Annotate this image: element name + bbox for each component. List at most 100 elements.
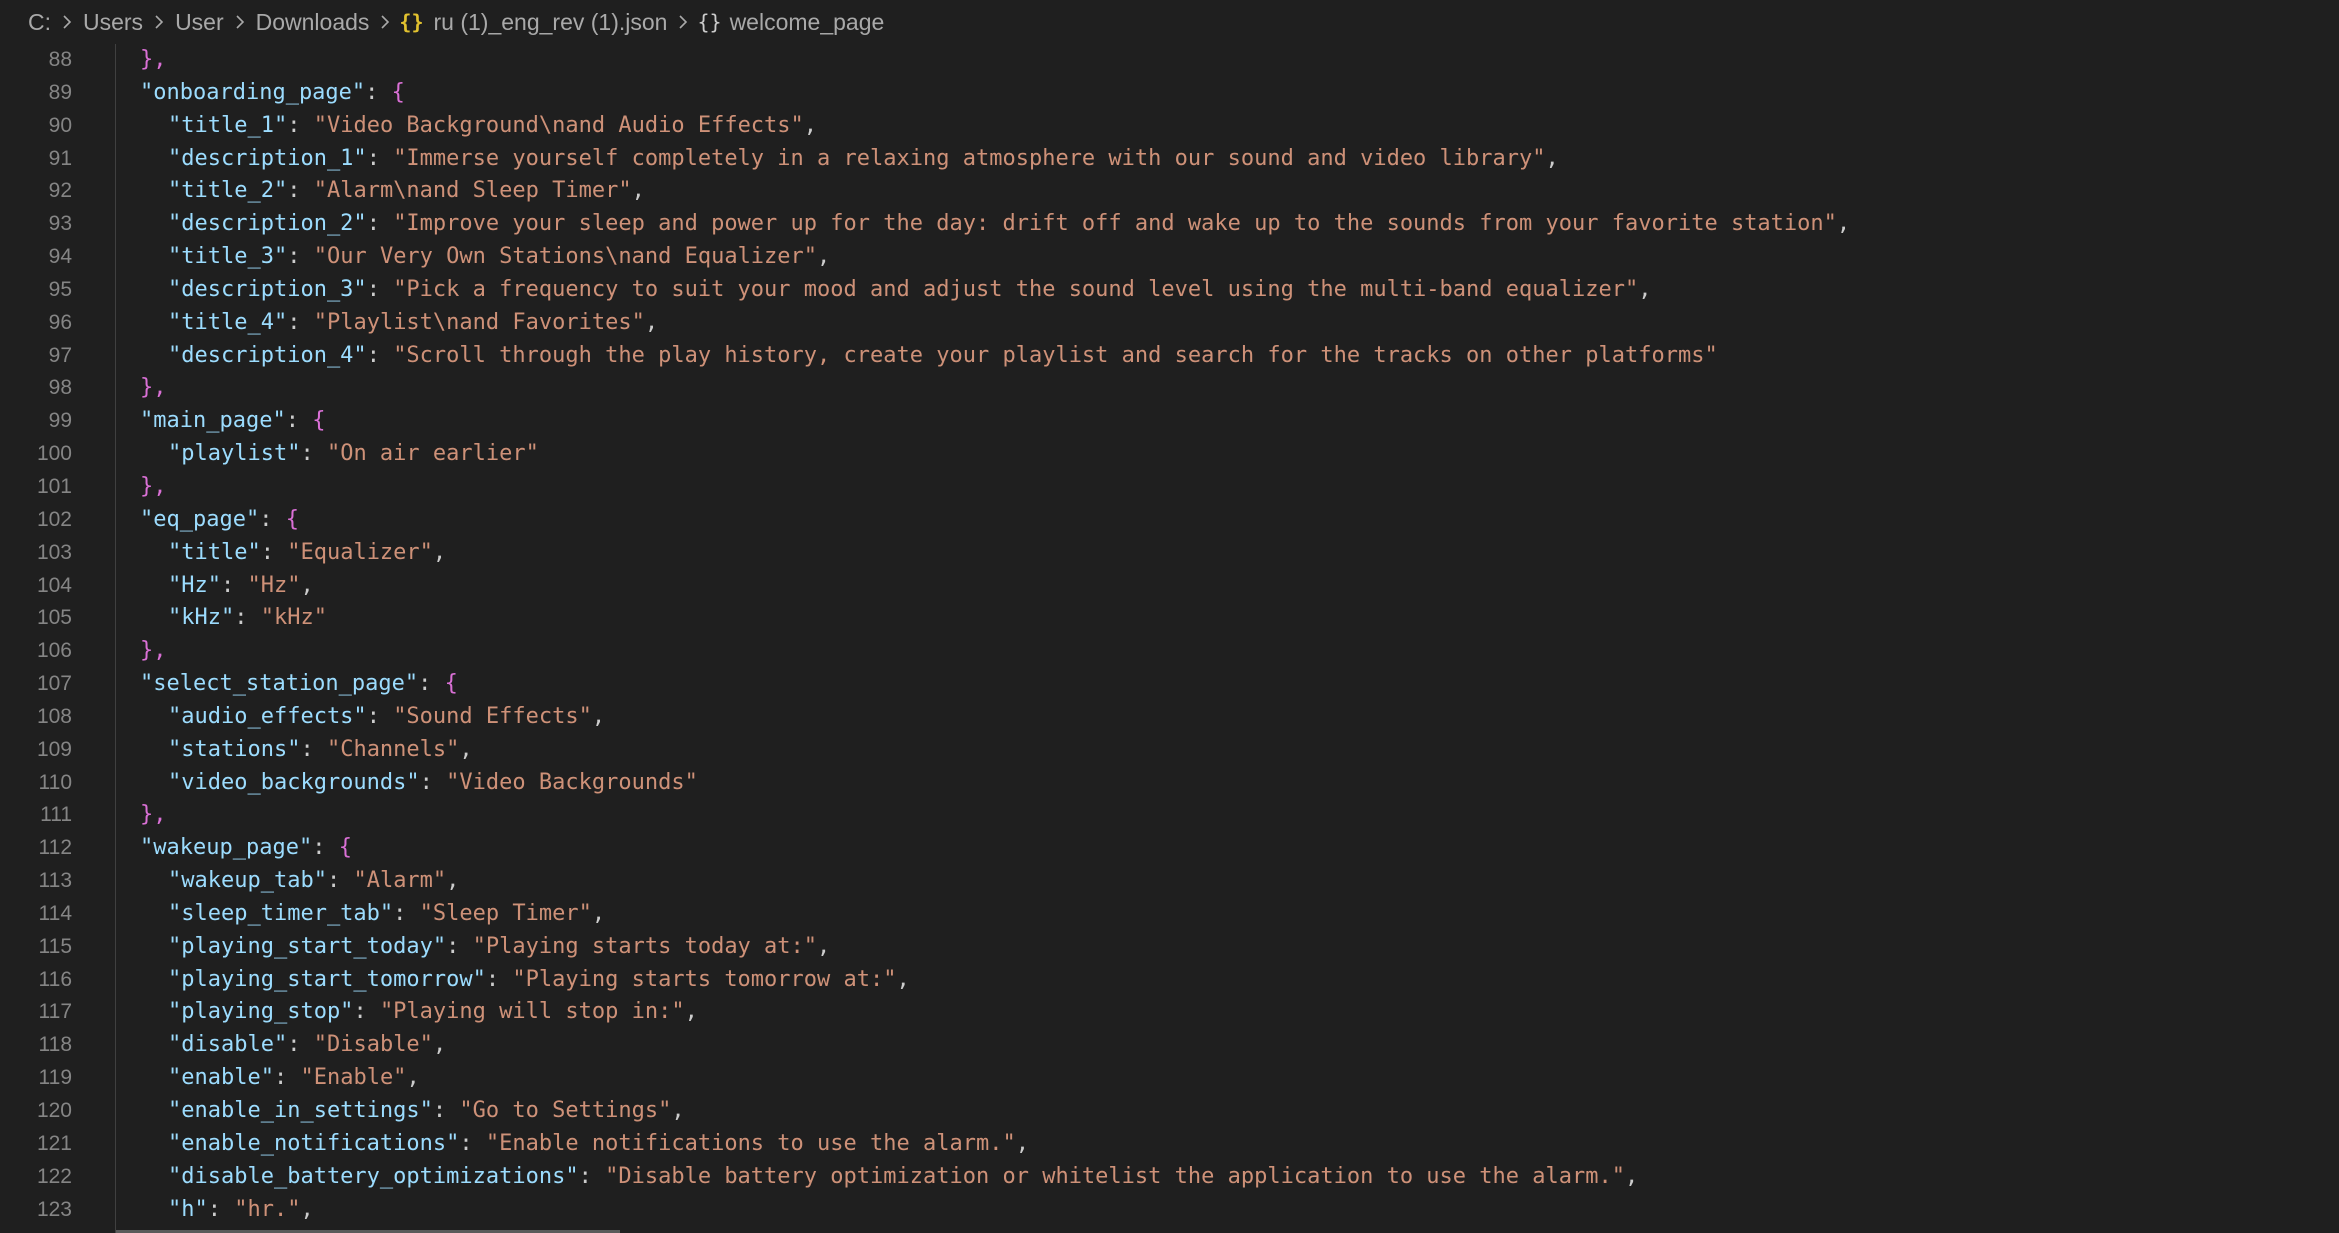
breadcrumb-item-user[interactable]: User [173,9,226,36]
code-line[interactable]: }, [140,471,1850,504]
line-number: 122 [36,1164,72,1188]
json-punctuation: , [432,539,447,565]
code-line[interactable]: "description_4": "Scroll through the pla… [140,340,1850,373]
code-line[interactable]: "description_2": "Improve your sleep and… [140,208,1850,241]
code-line[interactable]: "title_1": "Video Background\nand Audio … [140,110,1850,143]
code-line[interactable]: "sleep_timer_tab": "Sleep Timer", [140,898,1850,931]
breadcrumb-item-drive[interactable]: C: [26,9,53,36]
breadcrumb-item-symbol[interactable]: welcome_page [728,9,887,36]
code-line[interactable]: "eq_page": { [140,504,1850,537]
line-number: 112 [38,836,72,860]
json-string: "Playing will stop in:" [379,999,685,1025]
code-line[interactable]: "audio_effects": "Sound Effects", [140,701,1850,734]
code-area[interactable]: }, "onboarding_page": {"title_1": "Video … [140,44,1850,1226]
code-line[interactable]: "Hz": "Hz", [140,570,1850,603]
json-punctuation: : [418,671,445,697]
json-punctuation: , [644,309,659,335]
json-punctuation: : [393,900,420,926]
json-punctuation: : [353,999,380,1025]
json-key: "sleep_timer_tab" [168,900,394,926]
json-string: "On air earlier" [326,441,539,467]
json-punctuation: , [1545,145,1559,171]
json-punctuation: : [207,1196,235,1222]
json-key: "title_4" [168,309,288,335]
json-key: "wakeup_tab" [168,868,327,894]
json-punctuation: : [287,112,314,138]
json-key: "title" [168,539,261,565]
json-key: "Hz" [168,572,221,598]
chevron-right-icon [56,11,78,33]
code-line[interactable]: "playing_start_today": "Playing starts t… [140,931,1850,964]
chevron-right-icon [229,11,251,33]
json-string: "Enable notifications to use the alarm." [485,1130,1016,1156]
json-key: "playing_start_tomorrow" [168,966,486,992]
code-line[interactable]: "description_1": "Immerse yourself compl… [140,143,1850,176]
code-line[interactable]: "video_backgrounds": "Video Backgrounds" [140,767,1850,800]
code-editor[interactable]: 88 89 90 91 92 93 94 95 96 97 98 99 100 101 102 103 104 1… [0,44,2339,1233]
json-punctuation: }, [140,375,167,401]
code-line[interactable]: "h": "hr.", [140,1194,1850,1227]
code-line[interactable]: }, [140,44,1850,77]
line-number: 97 [48,343,72,367]
json-key: "description_1" [168,145,367,171]
json-punctuation: : [366,211,394,237]
code-line[interactable]: "title_4": "Playlist\nand Favorites", [140,307,1850,340]
code-line[interactable]: }, [140,635,1850,668]
json-punctuation: , [684,999,698,1025]
json-string: "Pick a frequency to suit your mood and … [393,276,1639,302]
line-number: 110 [38,770,72,794]
json-punctuation: : [234,605,261,631]
code-line[interactable]: "disable_battery_optimizations": "Disabl… [140,1161,1850,1194]
line-number: 88 [48,48,72,71]
code-line[interactable]: "kHz": "kHz" [140,602,1850,635]
json-string: "Channels" [326,736,460,762]
json-key: "onboarding_page" [140,79,366,105]
json-punctuation: , [1638,276,1652,302]
breadcrumb-item-downloads[interactable]: Downloads [254,9,372,36]
code-line[interactable]: "title_3": "Our Very Own Stations\nand E… [140,241,1850,274]
code-line[interactable]: "disable": "Disable", [140,1029,1850,1062]
json-key: "title_1" [168,112,288,138]
json-string: "Sleep Timer" [419,900,592,926]
code-line[interactable]: "playlist": "On air earlier" [140,438,1850,471]
code-line[interactable]: "enable_in_settings": "Go to Settings", [140,1095,1850,1128]
json-punctuation: { [391,79,405,105]
code-line[interactable]: "onboarding_page": { [140,77,1850,110]
code-line[interactable]: "description_3": "Pick a frequency to su… [140,274,1850,307]
breadcrumb-item-users[interactable]: Users [81,9,145,36]
line-number: 105 [36,606,72,630]
json-punctuation: : [287,1032,314,1058]
json-string: "kHz" [260,605,327,631]
json-punctuation: : [287,244,314,270]
json-punctuation: , [1624,1163,1639,1189]
line-number: 91 [48,146,72,170]
code-line[interactable]: "main_page": { [140,405,1850,438]
json-punctuation: { [338,835,352,861]
line-number: 103 [36,540,72,564]
line-number-gutter[interactable]: 88 89 90 91 92 93 94 95 96 97 98 99 100 101 102 103 104 1… [0,44,110,1226]
json-key: "playlist" [168,441,301,467]
json-key: "description_2" [168,211,367,237]
code-line[interactable]: "enable": "Enable", [140,1062,1850,1095]
json-string: "Alarm" [353,868,447,894]
json-key: "main_page" [140,408,286,434]
code-line[interactable]: }, [140,372,1850,405]
code-line[interactable]: "wakeup_tab": "Alarm", [140,865,1850,898]
code-line[interactable]: "select_station_page": { [140,668,1850,701]
code-line[interactable]: "playing_start_tomorrow": "Playing start… [140,964,1850,997]
code-line[interactable]: "title": "Equalizer", [140,537,1850,570]
code-line[interactable]: "playing_stop": "Playing will stop in:", [140,996,1850,1029]
json-key: "disable_battery_optimizations" [168,1163,579,1189]
line-number: 99 [48,409,72,433]
code-line[interactable]: "title_2": "Alarm\nand Sleep Timer", [140,175,1850,208]
breadcrumb-item-file[interactable]: ru (1)_eng_rev (1).json [432,9,670,36]
json-punctuation: : [287,178,314,204]
json-punctuation: , [591,900,606,926]
code-line[interactable]: }, [140,799,1850,832]
code-line[interactable]: "enable_notifications": "Enable notifica… [140,1128,1850,1161]
json-key: "video_backgrounds" [168,769,420,795]
code-line[interactable]: "wakeup_page": { [140,832,1850,865]
json-key: "disable" [168,1032,288,1058]
code-line[interactable]: "stations": "Channels", [140,734,1850,767]
line-number: 89 [48,80,72,104]
